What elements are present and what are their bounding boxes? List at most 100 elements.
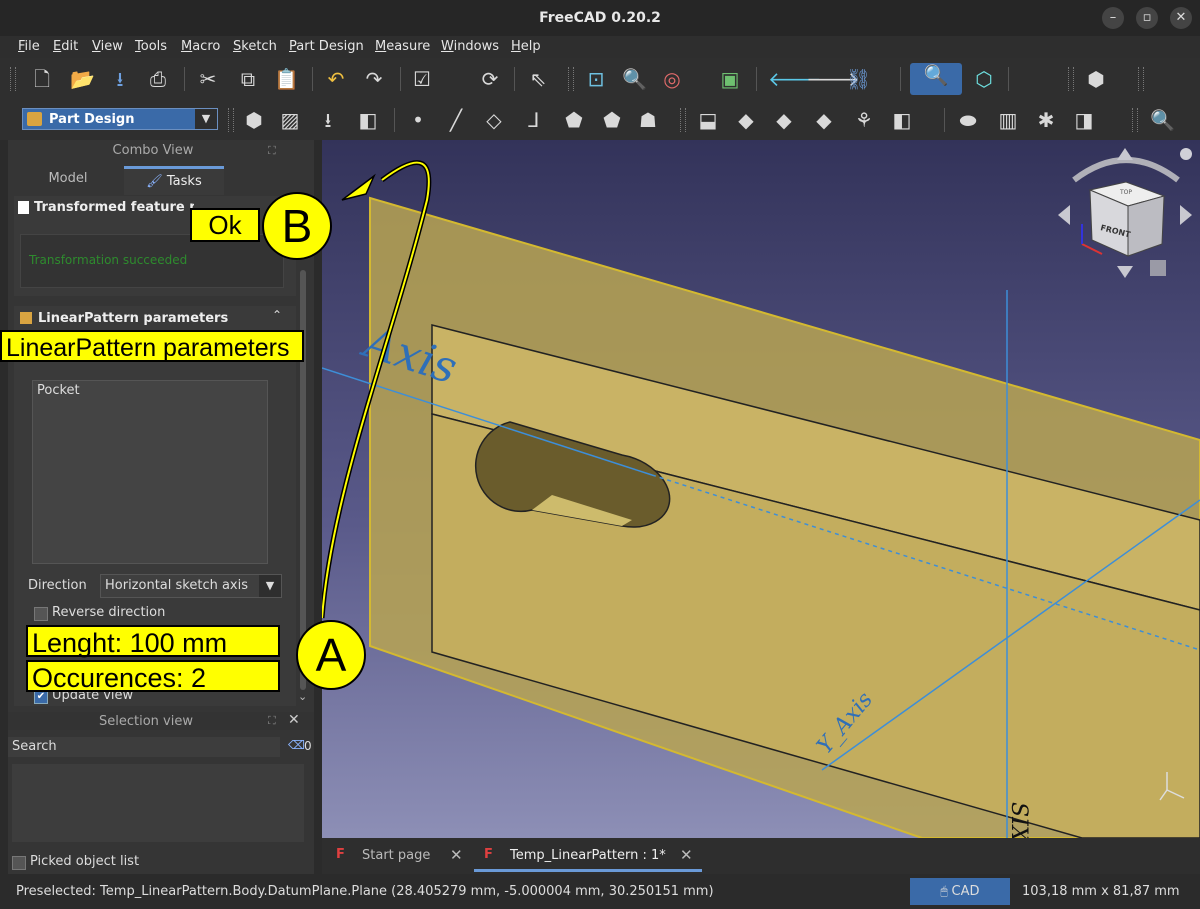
chevron-down-icon[interactable]: ▼: [259, 575, 281, 597]
subtractive-loft-icon[interactable]: ◆: [812, 108, 836, 132]
clear-icon[interactable]: ⌫: [288, 738, 305, 752]
save-icon[interactable]: ⭳: [108, 67, 132, 91]
forward-arrow-icon[interactable]: 🡒: [806, 67, 860, 91]
draw-style-icon[interactable]: ◎: [660, 67, 684, 91]
whats-this-icon[interactable]: ⇖: [526, 67, 550, 91]
tab-temp-linearpattern[interactable]: F Temp_LinearPattern : 1* ✕: [474, 838, 702, 872]
toolbar-grip[interactable]: [228, 108, 234, 132]
part-icon[interactable]: ⬢: [1084, 67, 1108, 91]
datum-line-icon[interactable]: ╱: [444, 108, 468, 132]
menu-file[interactable]: File: [18, 39, 40, 54]
pocket-icon[interactable]: ⬓: [696, 108, 720, 132]
view-cube-icon[interactable]: ⬡: [972, 67, 996, 91]
undo-icon[interactable]: ↶: [324, 67, 348, 91]
menu-help[interactable]: Help: [511, 39, 541, 54]
undock-icon[interactable]: ⛶: [268, 714, 276, 728]
close-button[interactable]: ✕: [1170, 7, 1192, 29]
copy-icon[interactable]: ⧉: [236, 67, 260, 91]
body-icon[interactable]: ⬢: [242, 108, 266, 132]
chevron-down-icon[interactable]: ▼: [195, 109, 217, 129]
datum-plane-icon[interactable]: ◇: [482, 108, 506, 132]
redo-icon[interactable]: ↷: [362, 67, 386, 91]
new-document-icon[interactable]: 🗋: [30, 67, 54, 91]
navigation-style-button[interactable]: 🖱 CAD: [910, 878, 1010, 905]
local-cs-icon[interactable]: ⅃: [522, 108, 546, 132]
thickness-icon[interactable]: ◨: [1072, 108, 1096, 132]
chevron-up-icon[interactable]: ⌃: [272, 308, 282, 322]
toolbar-grip[interactable]: [1068, 67, 1074, 91]
open-icon[interactable]: 📂: [70, 67, 95, 91]
toolbar-grip[interactable]: [10, 67, 16, 91]
arrow-down-icon[interactable]: [1117, 266, 1133, 278]
menu-part-design[interactable]: Part Design: [289, 39, 364, 54]
menu-macro[interactable]: Macro: [181, 39, 220, 54]
toolbar-grip[interactable]: [680, 108, 686, 132]
groove-icon[interactable]: ◆: [772, 108, 796, 132]
refresh-check-icon[interactable]: ☑: [410, 67, 434, 91]
toolbar-grip[interactable]: [1138, 67, 1144, 91]
datum-point-icon[interactable]: •: [406, 108, 430, 132]
rotate-arc[interactable]: [1072, 157, 1180, 183]
menu-view[interactable]: View: [92, 39, 123, 54]
pad-icon[interactable]: ⬟: [562, 108, 586, 132]
navigation-cube[interactable]: FRONT TOP: [1058, 148, 1192, 278]
menu-edit[interactable]: Edit: [53, 39, 78, 54]
draft-icon[interactable]: ✱: [1034, 108, 1058, 132]
validate-sketch-icon[interactable]: ⭳: [316, 108, 340, 132]
measure-distance-icon[interactable]: 🔍: [910, 63, 962, 95]
search-input[interactable]: Search: [8, 737, 280, 757]
cut-icon[interactable]: ✂: [196, 67, 220, 91]
hole-icon[interactable]: ◆: [734, 108, 758, 132]
close-icon[interactable]: ✕: [450, 846, 463, 864]
create-sketch-icon[interactable]: ▨: [278, 108, 302, 132]
chamfer-icon[interactable]: ▥: [996, 108, 1020, 132]
bounding-box-icon[interactable]: ▣: [718, 67, 742, 91]
reverse-checkbox[interactable]: [34, 607, 48, 621]
fit-selection-icon[interactable]: 🔍: [622, 67, 647, 91]
close-icon[interactable]: ✕: [288, 712, 300, 728]
minimize-button[interactable]: –: [1102, 7, 1124, 29]
undock-icon[interactable]: ⛶: [268, 144, 276, 158]
arrow-left-icon[interactable]: [1058, 205, 1070, 225]
arrow-right-icon[interactable]: [1180, 205, 1192, 225]
paste-icon[interactable]: 📋: [274, 67, 299, 91]
menu-windows[interactable]: Windows: [441, 39, 499, 54]
fit-all-icon[interactable]: ⊡: [584, 67, 608, 91]
direction-select[interactable]: Horizontal sketch axis ▼: [100, 574, 282, 598]
recompute-icon[interactable]: ⟳: [478, 67, 502, 91]
tab-start-page[interactable]: F Start page ✕: [332, 838, 472, 872]
freecad-icon: F: [336, 847, 345, 862]
subtractive-primitive-icon[interactable]: ◧: [890, 108, 914, 132]
menu-measure[interactable]: Measure: [375, 39, 430, 54]
toolbar-grip[interactable]: [568, 67, 574, 91]
features-list[interactable]: Pocket: [32, 380, 268, 564]
3d-viewport[interactable]: Axis Y_Axis SIX FRONT TOP: [322, 140, 1200, 838]
tab-tasks[interactable]: 🖌 Tasks: [124, 166, 224, 195]
view-menu-cube-icon[interactable]: [1150, 260, 1166, 276]
link-icon[interactable]: ⛓: [846, 67, 871, 91]
fillet-icon[interactable]: ⬬: [956, 108, 980, 132]
print-icon[interactable]: ⎙: [146, 67, 170, 91]
cube-right-face[interactable]: [1127, 195, 1165, 257]
selection-list[interactable]: [12, 764, 304, 842]
arrow-up-icon[interactable]: [1117, 148, 1133, 160]
toolbar-grip[interactable]: [1132, 108, 1138, 132]
subtractive-pipe-icon[interactable]: ⚘: [852, 108, 876, 132]
menu-sketch[interactable]: Sketch: [233, 39, 277, 54]
tab-model[interactable]: Model: [16, 166, 120, 192]
picked-list-checkbox[interactable]: [12, 856, 26, 870]
mirrored-icon[interactable]: 🔍: [1150, 108, 1175, 132]
maximize-button[interactable]: ▫: [1136, 7, 1158, 29]
shape-binder-icon[interactable]: ◧: [356, 108, 380, 132]
menu-tools[interactable]: Tools: [135, 39, 167, 54]
chevron-down-icon[interactable]: ⌄: [298, 690, 307, 703]
3d-scene[interactable]: Axis Y_Axis SIX FRONT TOP: [322, 140, 1200, 838]
list-item[interactable]: Pocket: [37, 383, 80, 398]
loft-icon[interactable]: ☗: [636, 108, 660, 132]
close-icon[interactable]: ✕: [680, 846, 693, 864]
revolution-icon[interactable]: ⬟: [600, 108, 624, 132]
menu-dot-icon[interactable]: [1180, 148, 1192, 160]
back-arrow-icon[interactable]: 🡐: [768, 67, 822, 91]
workbench-selector[interactable]: Part Design ▼: [22, 108, 218, 130]
title-bar: FreeCAD 0.20.2 – ▫ ✕: [0, 0, 1200, 36]
